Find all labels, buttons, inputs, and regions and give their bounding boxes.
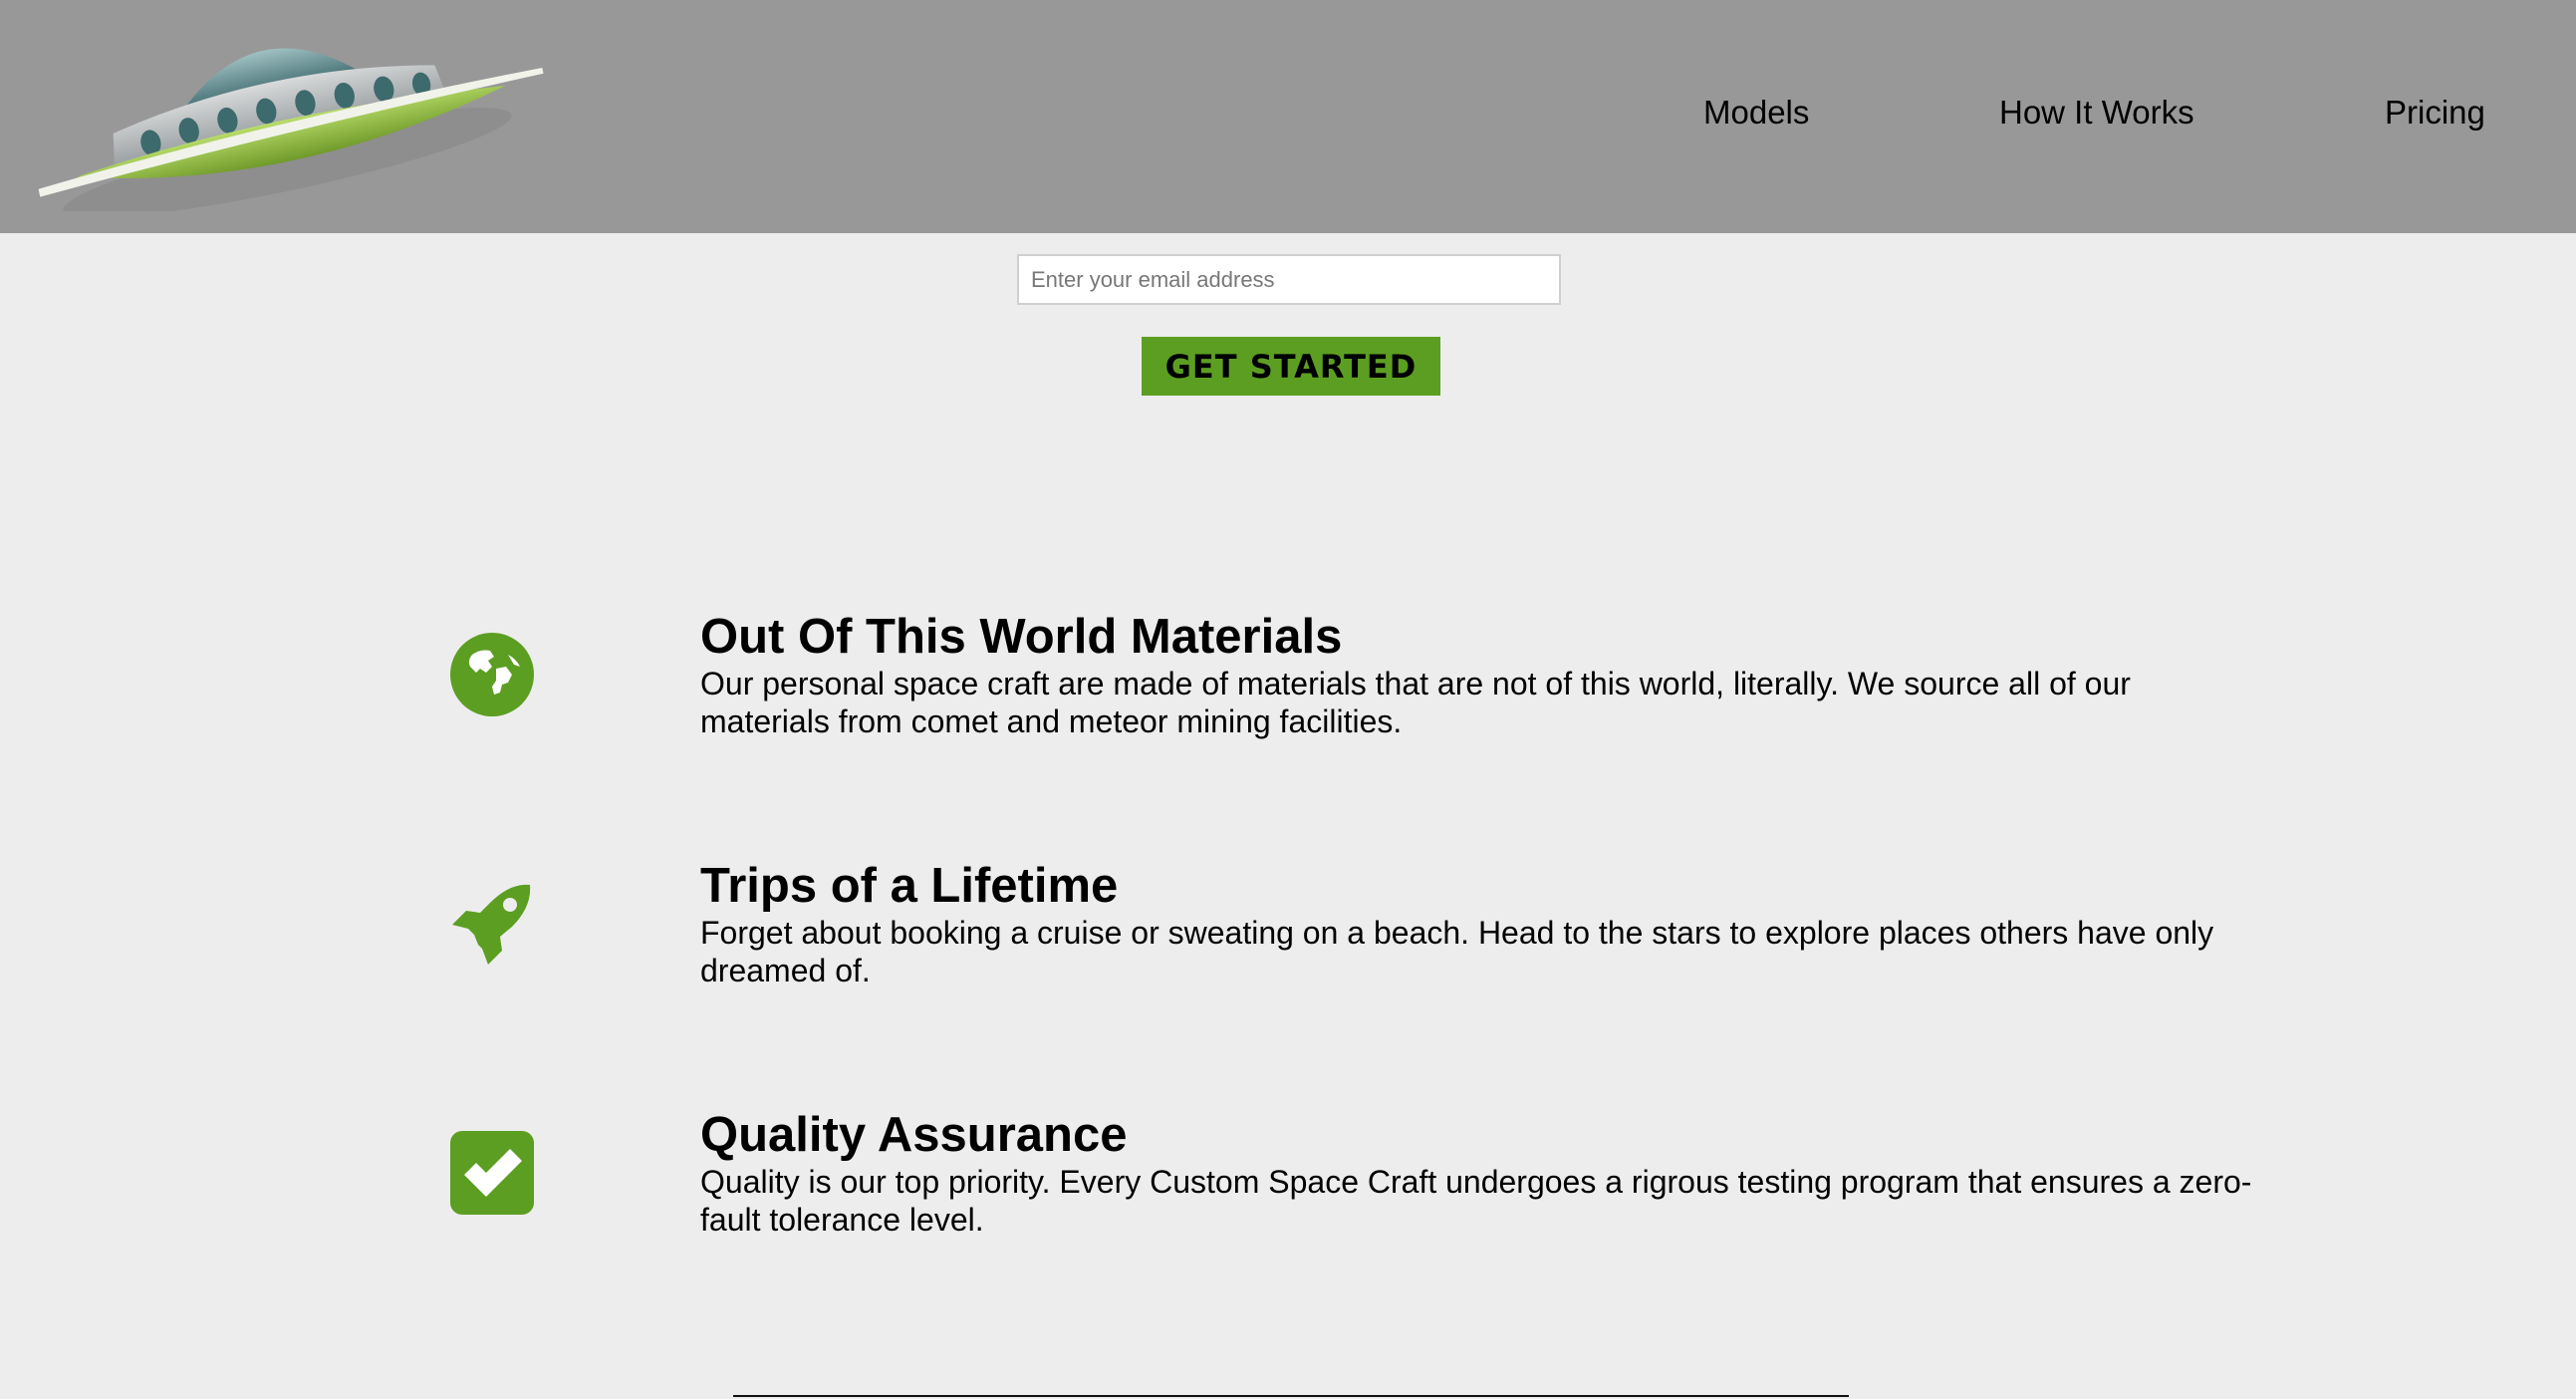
feature-title: Quality Assurance: [700, 1108, 1128, 1162]
feature-description: Our personal space craft are made of mat…: [700, 666, 2131, 739]
nav-models-link[interactable]: Models: [1703, 92, 1809, 134]
feature-description: Forget about booking a cruise or sweatin…: [700, 915, 2214, 988]
rocket-icon: [452, 884, 531, 965]
ufo-spaceship-icon[interactable]: [10, 12, 568, 211]
nav-pricing-link[interactable]: Pricing: [2385, 92, 2485, 134]
feature-description: Quality is our top priority. Every Custo…: [700, 1164, 2252, 1238]
globe-icon: [450, 633, 534, 716]
feature-title: Out Of This World Materials: [700, 610, 1343, 664]
nav-how-it-works-link[interactable]: How It Works: [1999, 92, 2194, 134]
email-input[interactable]: [1017, 254, 1561, 305]
footer-divider: [733, 1395, 1849, 1397]
site-header: Models How It Works Pricing: [0, 0, 2576, 233]
checkbox-icon: [450, 1131, 534, 1215]
get-started-button[interactable]: GET STARTED: [1142, 337, 1440, 396]
feature-title: Trips of a Lifetime: [700, 859, 1119, 913]
